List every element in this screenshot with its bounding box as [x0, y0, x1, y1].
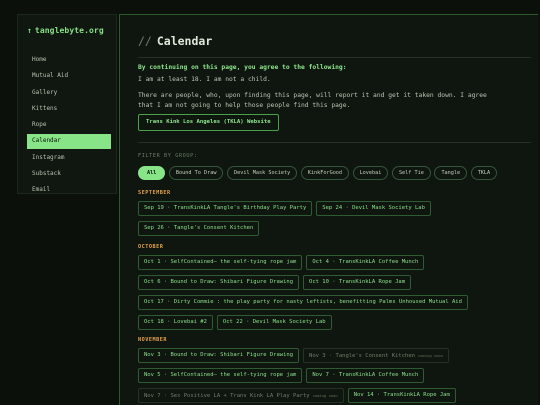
event-item[interactable]: Oct 18 · Lovebai #2: [138, 315, 213, 330]
event-item-coming-soon[interactable]: Nov 7 · Sex Positive LA + Trans Kink LA …: [138, 388, 344, 403]
filter-chip-tkla[interactable]: TKLA: [470, 166, 498, 180]
group-filter-bar: All Bound To Draw Devil Mask Society KinkFo…: [138, 166, 501, 180]
event-item[interactable]: Sep 19 · TransKinkLA Tangle's Birthday P…: [138, 201, 313, 216]
event-row: Nov 7 · Sex Positive LA + Trans Kink LA …: [138, 388, 460, 403]
consent-line: that I am not going to help those people…: [138, 102, 351, 109]
event-item[interactable]: Oct 1 · SelfContained– the self-tying ro…: [138, 255, 303, 270]
event-label: Nov 3 · Tangle's Consent Kitchen: [309, 353, 415, 359]
title-divider: [138, 57, 531, 58]
event-item[interactable]: Oct 10 · TransKinkLA Rope Jam: [303, 275, 412, 290]
section-divider: [138, 142, 531, 143]
site-name: tanglebyte.org: [34, 26, 104, 35]
event-item[interactable]: Nov 5 · SelfContained– the self-tying ro…: [138, 368, 303, 383]
sidebar-item-substack[interactable]: Substack: [27, 167, 111, 182]
month-heading: OCTOBER: [138, 244, 164, 250]
event-row: Nov 3 · Bound to Draw: Shibari Figure Dr…: [138, 348, 453, 363]
event-item-coming-soon[interactable]: Nov 3 · Tangle's Consent Kitchen coming s…: [303, 348, 450, 363]
filter-chip-tangle[interactable]: Tangle: [434, 166, 468, 180]
filter-chip-bound-to-draw[interactable]: Bound To Draw: [168, 166, 224, 180]
event-row: Oct 6 · Bound to Draw: Shibari Figure Dr…: [138, 275, 415, 290]
event-label: Nov 7 · Sex Positive LA + Trans Kink LA …: [144, 393, 310, 399]
title-prefix: //: [138, 34, 152, 48]
sidebar-item-kittens[interactable]: Kittens: [27, 102, 111, 117]
sidebar: ↑ tanglebyte.org Home Mutual Aid Gallery …: [17, 14, 117, 194]
page-title: // Calendar: [138, 34, 212, 48]
filter-chip-devil-mask-society[interactable]: Devil Mask Society: [226, 166, 298, 180]
event-row: Oct 18 · Lovebai #2 Oct 22 · Devil Mask S…: [138, 315, 336, 330]
filter-chip-kinkforgood[interactable]: KinkForGood: [300, 166, 350, 180]
event-item[interactable]: Nov 14 · TransKinkLA Rope Jam: [347, 388, 456, 403]
filter-chip-all[interactable]: All: [138, 166, 166, 180]
event-item[interactable]: Sep 24 · Devil Mask Society Lab: [316, 201, 431, 216]
event-row: Oct 17 · Dirty Commie : the play party f…: [138, 295, 472, 310]
event-row: Sep 26 · Tangle's Consent Kitchen: [138, 221, 263, 236]
event-row: Sep 19 · TransKinkLA Tangle's Birthday P…: [138, 201, 435, 216]
coming-soon-tag: coming soon: [312, 393, 338, 398]
event-item[interactable]: Oct 17 · Dirty Commie : the play party f…: [138, 295, 468, 310]
site-logo[interactable]: ↑ tanglebyte.org: [27, 26, 104, 35]
event-item[interactable]: Sep 26 · Tangle's Consent Kitchen: [138, 221, 260, 236]
title-text: Calendar: [156, 34, 213, 48]
sidebar-item-email[interactable]: Email: [27, 183, 111, 198]
coming-soon-tag: coming soon: [417, 353, 444, 358]
sidebar-item-mutual-aid[interactable]: Mutual Aid: [27, 69, 111, 84]
sidebar-item-home[interactable]: Home: [27, 53, 111, 68]
event-row: Nov 5 · SelfContained– the self-tying ro…: [138, 368, 428, 383]
tkla-website-button[interactable]: Trans Kink Los Angeles (TKLA) Website: [138, 114, 279, 131]
sidebar-nav: Home Mutual Aid Gallery Kittens Rope Cal…: [27, 53, 111, 200]
event-row: Oct 1 · SelfContained– the self-tying ro…: [138, 255, 428, 270]
event-item[interactable]: Nov 3 · Bound to Draw: Shibari Figure Dr…: [138, 348, 300, 363]
filter-label: FILTER BY GROUP:: [138, 153, 198, 159]
filter-chip-lovebai[interactable]: Lovebai: [352, 166, 389, 180]
consent-heading: By continuing on this page, you agree to…: [138, 64, 347, 71]
filter-chip-self-tie[interactable]: Self Tie: [391, 166, 431, 180]
event-item[interactable]: Oct 22 · Devil Mask Society Lab: [216, 315, 332, 330]
consent-line: There are people, who, upon finding this…: [138, 92, 487, 99]
main-content: // Calendar By continuing on this page, y…: [119, 14, 538, 405]
sidebar-item-gallery[interactable]: Gallery: [27, 86, 111, 101]
up-arrow-icon: ↑: [27, 26, 32, 35]
event-item[interactable]: Nov 7 · TransKinkLA Coffee Munch: [306, 368, 425, 383]
month-heading: SEPTEMBER: [138, 190, 171, 196]
sidebar-item-instagram[interactable]: Instagram: [27, 151, 111, 166]
event-item[interactable]: Oct 6 · Bound to Draw: Shibari Figure Dr…: [138, 275, 300, 290]
sidebar-item-calendar[interactable]: Calendar: [27, 134, 111, 149]
consent-line: I am at least 18. I am not a child.: [138, 76, 271, 83]
event-item[interactable]: Oct 4 · TransKinkLA Coffee Munch: [306, 255, 425, 270]
sidebar-item-rope[interactable]: Rope: [27, 118, 111, 133]
month-heading: NOVEMBER: [138, 337, 167, 343]
